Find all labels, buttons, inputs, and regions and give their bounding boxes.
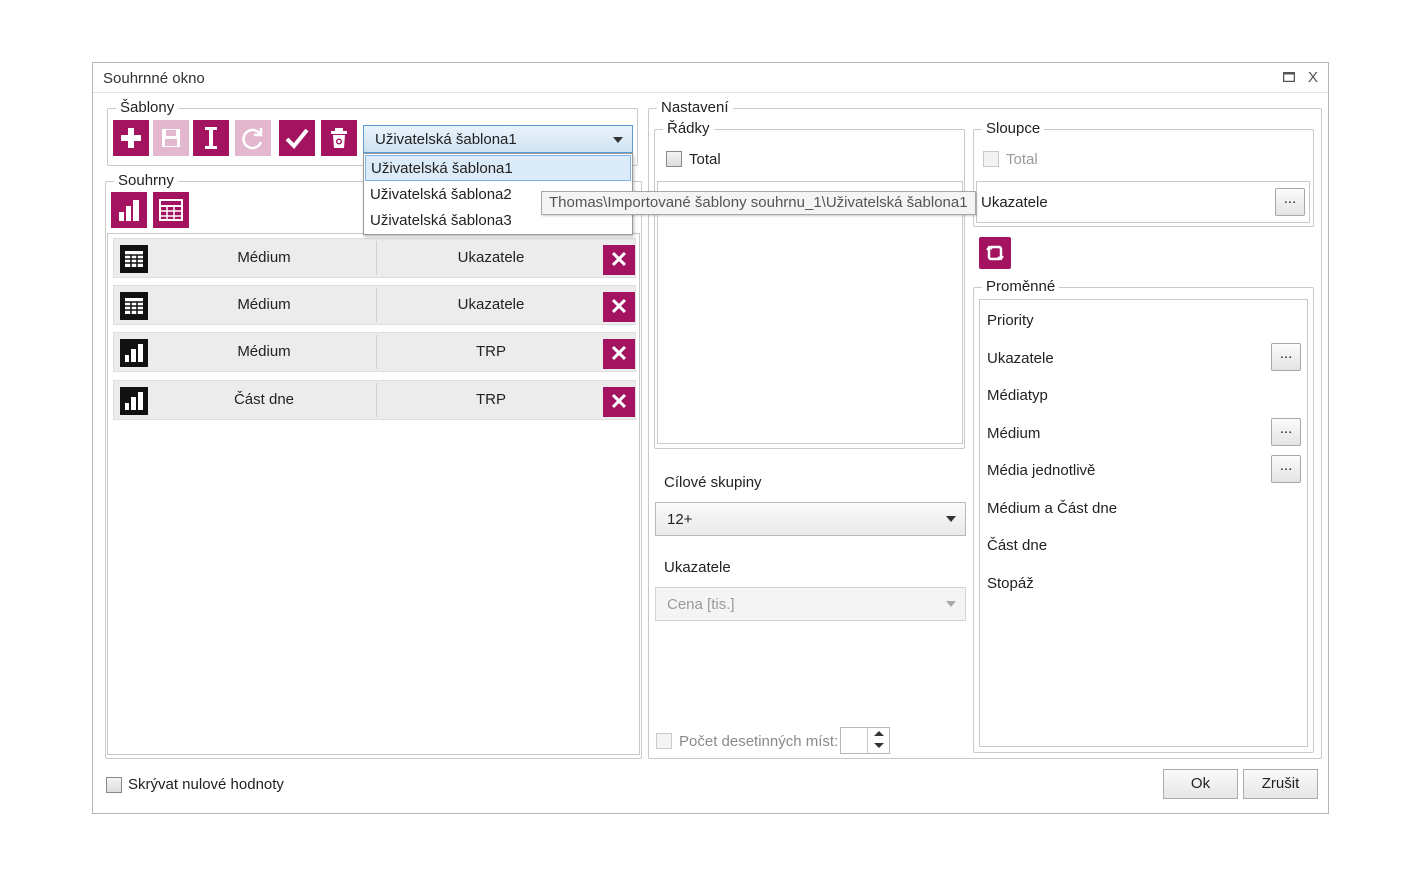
variable-item[interactable]: Část dne xyxy=(987,537,1047,554)
row-indicator: TRP xyxy=(476,391,506,408)
columns-item-ellipsis-button[interactable]: ... xyxy=(1275,188,1305,216)
cancel-button[interactable]: Zrušit xyxy=(1243,769,1318,799)
variable-ellipsis-button[interactable]: ... xyxy=(1271,418,1301,446)
add-template-button[interactable] xyxy=(113,120,149,156)
dropdown-option[interactable]: Uživatelská šablona1 xyxy=(365,155,631,181)
add-chart-summary-button[interactable] xyxy=(111,192,147,228)
table-row[interactable]: Médium Ukazatele ✕ xyxy=(113,285,636,325)
cell-divider xyxy=(376,288,377,322)
stepper-up-icon[interactable] xyxy=(874,731,884,736)
delete-row-button[interactable]: ✕ xyxy=(603,339,635,369)
variable-item[interactable]: Ukazatele xyxy=(987,350,1054,367)
rows-total-checkbox[interactable] xyxy=(666,151,682,167)
plus-icon xyxy=(121,128,141,148)
row-dimension: Médium xyxy=(237,249,291,266)
row-indicator: TRP xyxy=(476,343,506,360)
chevron-down-icon xyxy=(946,516,956,522)
table-icon xyxy=(159,199,183,221)
save-template-button[interactable] xyxy=(153,120,189,156)
columns-total-checkbox[interactable] xyxy=(983,151,999,167)
bar-chart-icon xyxy=(119,200,139,221)
hide-zero-label: Skrývat nulové hodnoty xyxy=(128,776,284,793)
templates-group-label: Šablony xyxy=(116,99,179,117)
decimals-checkbox[interactable] xyxy=(656,733,672,749)
row-indicator: Ukazatele xyxy=(457,296,525,313)
variable-item[interactable]: Médium a Část dne xyxy=(987,500,1117,517)
decimals-label: Počet desetinných míst: xyxy=(679,733,839,750)
variable-item[interactable]: Stopáž xyxy=(987,575,1034,592)
decimals-stepper[interactable] xyxy=(840,727,890,754)
delete-row-button[interactable]: ✕ xyxy=(603,387,635,417)
apply-template-button[interactable] xyxy=(279,120,315,156)
swap-icon xyxy=(986,245,1004,261)
table-row[interactable]: Část dne TRP ✕ xyxy=(113,380,636,420)
rows-list[interactable] xyxy=(657,181,963,444)
swap-rows-columns-button[interactable] xyxy=(979,237,1011,269)
bar-chart-icon xyxy=(120,387,148,415)
template-select-value: Uživatelská šablona1 xyxy=(375,130,517,148)
row-dimension: Médium xyxy=(237,343,291,360)
variable-ellipsis-button[interactable]: ... xyxy=(1271,343,1301,371)
variable-item[interactable]: Priority xyxy=(987,312,1034,329)
variable-item[interactable]: Média jednotlivě xyxy=(987,462,1095,479)
row-indicator: Ukazatele xyxy=(457,249,525,266)
indicators-value: Cena [tis.] xyxy=(667,595,735,613)
rows-total-label: Total xyxy=(689,151,721,168)
cell-divider xyxy=(376,335,377,369)
variables-group-label: Proměnné xyxy=(982,278,1060,296)
window-title: Souhrnné okno xyxy=(103,70,205,87)
target-groups-select[interactable]: 12+ xyxy=(655,502,966,536)
delete-row-button[interactable]: ✕ xyxy=(603,245,635,275)
indicators-select[interactable]: Cena [tis.] xyxy=(655,587,966,621)
close-button[interactable]: X xyxy=(1304,69,1322,87)
target-groups-label: Cílové skupiny xyxy=(664,474,762,491)
variable-item[interactable]: Médium xyxy=(987,425,1040,442)
summary-window: Souhrnné okno X Šablony Uživatelská šabl… xyxy=(92,62,1329,814)
stepper-divider xyxy=(867,728,868,753)
delete-row-button[interactable]: ✕ xyxy=(603,292,635,322)
refresh-icon xyxy=(242,128,263,150)
save-icon xyxy=(162,129,180,147)
indicators-label: Ukazatele xyxy=(664,559,731,576)
summaries-group-label: Souhrny xyxy=(114,172,178,190)
cell-divider xyxy=(376,241,377,275)
target-groups-value: 12+ xyxy=(667,510,693,528)
variable-ellipsis-button[interactable]: ... xyxy=(1271,455,1301,483)
table-icon xyxy=(120,245,148,273)
table-icon xyxy=(120,292,148,320)
variable-item[interactable]: Médiatyp xyxy=(987,387,1048,404)
table-row[interactable]: Médium TRP ✕ xyxy=(113,332,636,372)
stepper-down-icon[interactable] xyxy=(874,743,884,748)
hide-zero-checkbox[interactable] xyxy=(106,777,122,793)
rename-template-button[interactable] xyxy=(193,120,229,156)
maximize-icon[interactable] xyxy=(1280,69,1298,87)
trash-icon xyxy=(331,128,347,148)
template-select[interactable]: Uživatelská šablona1 xyxy=(363,125,633,153)
text-cursor-icon xyxy=(205,127,217,149)
variables-list: Priority Ukazatele ... Médiatyp Médium .… xyxy=(979,299,1308,747)
row-dimension: Médium xyxy=(237,296,291,313)
template-path-tooltip: Thomas\Importované šablony souhrnu_1\Uži… xyxy=(541,191,976,215)
row-dimension: Část dne xyxy=(233,391,295,408)
check-icon xyxy=(285,128,309,149)
cell-divider xyxy=(376,383,377,417)
columns-total-label: Total xyxy=(1006,151,1038,168)
table-row[interactable]: Médium Ukazatele ✕ xyxy=(113,238,636,278)
title-bar: Souhrnné okno X xyxy=(93,63,1328,93)
chevron-down-icon xyxy=(613,137,623,143)
refresh-template-button[interactable] xyxy=(235,120,271,156)
add-table-summary-button[interactable] xyxy=(153,192,189,228)
rows-group-label: Řádky xyxy=(663,120,714,138)
delete-template-button[interactable] xyxy=(321,120,357,156)
chevron-down-icon xyxy=(946,601,956,607)
columns-group-label: Sloupce xyxy=(982,120,1045,138)
columns-item-label: Ukazatele xyxy=(981,194,1048,211)
bar-chart-icon xyxy=(120,339,148,367)
settings-group-label: Nastavení xyxy=(657,99,733,117)
ok-button[interactable]: Ok xyxy=(1163,769,1238,799)
